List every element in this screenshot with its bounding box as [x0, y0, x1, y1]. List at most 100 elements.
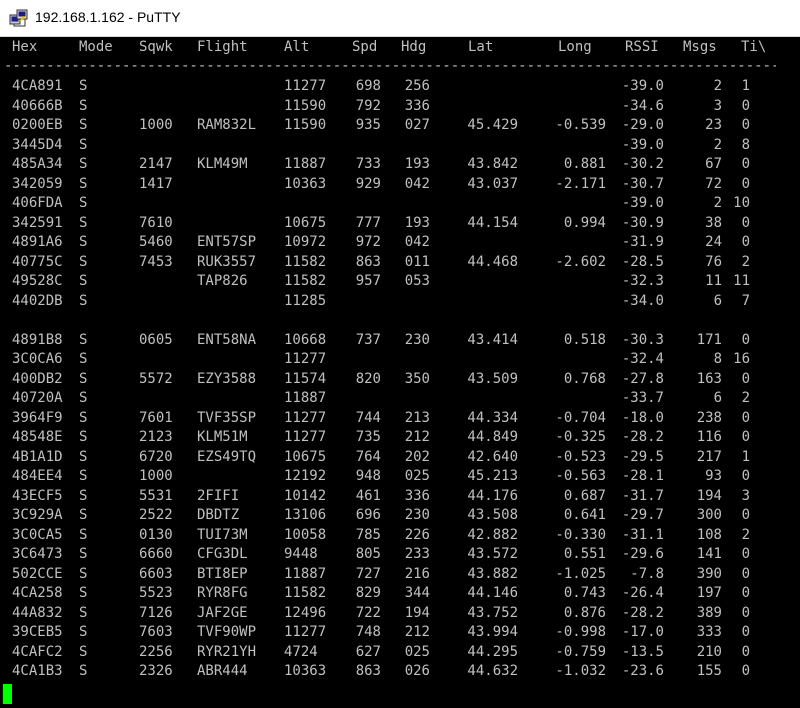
cell-heading: 344 [404, 585, 430, 601]
cell-speed: 735 [355, 429, 381, 445]
table-row: 4CA258 S 5523 RYR8FG 11582 829 344 44.146 0.743-… [0, 584, 800, 604]
cell-ti: 16 [733, 351, 750, 367]
table-row: 4B1A1D S 6720 EZS49TQ 10675 764 202 42.640 -0.52… [0, 448, 800, 468]
cell-heading: 193 [404, 214, 430, 231]
cell-mode: S [79, 234, 88, 250]
cell-heading: 256 [404, 78, 430, 94]
table-row: 40775C S 7453 RUK3557 11582 863 011 44.468 -2.60… [0, 253, 800, 273]
cell-msgs: 38 [705, 214, 722, 231]
cell-latitude: 44.295 [467, 643, 518, 660]
cell-ti: 0 [741, 624, 750, 640]
cell-flight: DBDTZ [197, 507, 240, 523]
cell-msgs: 163 [696, 370, 722, 387]
table-row: 0200EB S 1000 RAM832L 11590 935 027 45.429 -0.53… [0, 116, 800, 136]
cell-latitude: 45.213 [467, 468, 518, 484]
cell-squawk: 2123 [139, 429, 173, 445]
cell-hex: 400DB2 [12, 370, 63, 387]
cell-hex: 4CAFC2 [12, 643, 63, 660]
cell-latitude: 44.849 [467, 429, 518, 445]
putty-icon [9, 8, 29, 28]
cell-flight: EZY3588 [197, 370, 257, 387]
cell-rssi: -27.8 [621, 370, 664, 387]
cell-msgs: 108 [696, 526, 722, 543]
cell-mode: S [79, 214, 88, 231]
cell-heading: 350 [404, 370, 430, 387]
table-row: 3C0CA6 S 11277 -32.4 8 16 [0, 350, 800, 370]
cell-longitude: -0.759 [555, 643, 606, 660]
header-latitude: Lat [468, 39, 494, 55]
cell-mode: S [79, 624, 88, 640]
cell-msgs: 217 [696, 448, 722, 465]
cell-ti: 0 [741, 234, 750, 250]
cell-heading: 336 [404, 487, 430, 504]
cell-longitude: -0.563 [555, 468, 606, 484]
cell-hex: 49528C [12, 273, 63, 289]
cell-flight: JAF2GE [197, 604, 248, 621]
cell-longitude: -0.998 [555, 624, 606, 640]
cell-rssi: -28.5 [621, 253, 664, 270]
table-row: 44A832 S 7126 JAF2GE 12496 722 194 43.752 0.876-… [0, 604, 800, 624]
cell-latitude: 43.752 [467, 604, 518, 621]
cell-squawk: 7126 [139, 604, 173, 621]
cell-altitude: 9448 [284, 546, 318, 562]
cell-heading: 336 [404, 97, 430, 114]
table-row: 342591 S 7610 10675 777 193 44.154 0.994 -30.9 38… [0, 214, 800, 234]
cell-ti: 0 [741, 663, 750, 679]
cell-ti: 0 [741, 97, 750, 114]
cell-altitude: 10675 [284, 448, 327, 465]
cell-msgs: 3 [713, 97, 722, 114]
table-row: 4CAFC2 S 2256 RYR21YH 4724 627 025 44.295 -0.759… [0, 643, 800, 663]
table-row: 4CA1B3 S 2326 ABR444 10363 863 026 44.632 -1.032… [0, 662, 800, 682]
cell-mode: S [79, 409, 88, 426]
table-row: 400DB2 S 5572 EZY3588 11574 820 350 43.509 0.768… [0, 370, 800, 390]
cell-speed: 972 [355, 234, 381, 250]
table-row: 3C929A S 2522 DBDTZ 13106 696 230 43.508 0.641 -2… [0, 506, 800, 526]
cell-speed: 935 [355, 117, 381, 133]
cell-flight: RYR21YH [197, 643, 257, 660]
cell-squawk: 2256 [139, 643, 173, 660]
cell-rssi: -17.0 [621, 624, 664, 640]
cell-rssi: -34.6 [621, 97, 664, 114]
table-row: 4402DB S 11285 -34.0 6 7 [0, 292, 800, 312]
cell-longitude: -0.539 [555, 117, 606, 133]
cell-squawk: 6603 [139, 565, 173, 582]
cell-hex: 39CEB5 [12, 624, 63, 640]
cell-heading: 212 [404, 429, 430, 445]
cell-ti: 0 [741, 156, 750, 172]
cell-ti: 0 [741, 214, 750, 231]
cell-altitude: 11574 [284, 370, 327, 387]
cell-squawk: 5523 [139, 585, 173, 601]
terminal-area[interactable]: Hex Mode Sqwk Flight Alt Spd Hdg Lat Long RSSI Msg… [0, 37, 800, 708]
cell-latitude: 43.414 [467, 331, 518, 348]
cell-msgs: 2 [713, 195, 722, 211]
cell-ti: 0 [741, 585, 750, 601]
cell-altitude: 10363 [284, 175, 327, 192]
cell-flight: RUK3557 [197, 253, 257, 270]
cell-msgs: 141 [696, 546, 722, 562]
table-row: 502CCE S 6603 BTI8EP 11887 727 216 43.882 -1.025… [0, 565, 800, 585]
cell-rssi: -28.2 [621, 604, 664, 621]
cell-ti: 1 [741, 78, 750, 94]
cell-rssi: -29.7 [621, 507, 664, 523]
cell-msgs: 2 [713, 136, 722, 153]
cell-rssi: -30.3 [621, 331, 664, 348]
cell-speed: 627 [355, 643, 381, 660]
cell-hex: 502CCE [12, 565, 63, 582]
cell-msgs: 210 [696, 643, 722, 660]
cell-hex: 342059 [12, 175, 63, 192]
cell-hex: 4CA891 [12, 78, 63, 94]
cell-mode: S [79, 351, 88, 367]
cell-ti: 8 [741, 136, 750, 153]
table-row: 3C0CA5 S 0130 TUI73M 10058 785 226 42.882 -0.330… [0, 526, 800, 546]
cell-altitude: 11277 [284, 409, 327, 426]
cell-msgs: 390 [696, 565, 722, 582]
cell-hex: 4402DB [12, 292, 63, 309]
cell-rssi: -29.5 [621, 448, 664, 465]
cell-mode: S [79, 429, 88, 445]
cell-msgs: 389 [696, 604, 722, 621]
cell-msgs: 197 [696, 585, 722, 601]
cell-rssi: -28.2 [621, 429, 664, 445]
cell-mode: S [79, 136, 88, 153]
header-ti: Ti\ [741, 39, 767, 55]
cell-squawk: 1000 [139, 468, 173, 484]
